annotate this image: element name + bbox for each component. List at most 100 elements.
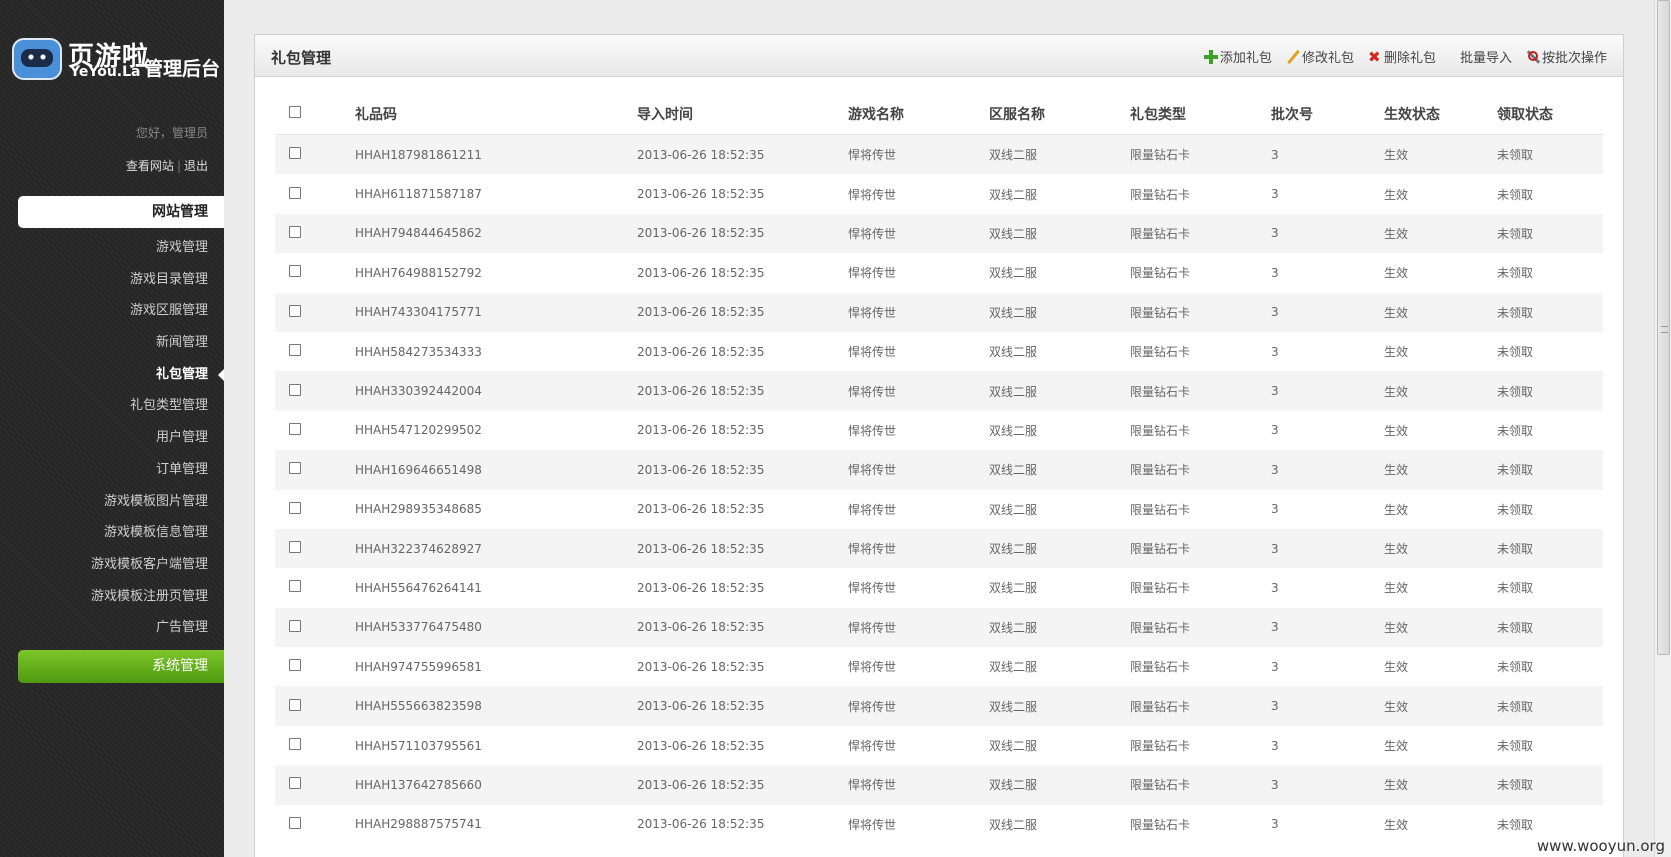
select-all-checkbox[interactable] <box>289 105 301 118</box>
row-checkbox[interactable] <box>289 698 301 711</box>
batch-import-label: 批量导入 <box>1459 51 1512 66</box>
table-row[interactable]: HHAH137642785660 2013-06-26 18:52:35 悍将传世 双… <box>275 765 1603 805</box>
row-checkbox[interactable] <box>289 580 301 593</box>
table-cell: 生效 <box>1384 581 1409 596</box>
table-cell: 限量钻石卡 <box>1130 463 1191 478</box>
row-checkbox[interactable] <box>289 738 301 751</box>
table-cell: HHAH764988152792 <box>355 265 482 280</box>
table-row[interactable]: HHAH169646651498 2013-06-26 18:52:35 悍将传世 双… <box>275 450 1603 490</box>
table-row[interactable]: HHAH794844645862 2013-06-26 18:52:35 悍将传世 双… <box>275 213 1603 254</box>
table-cell: 2013-06-26 18:52:35 <box>637 462 765 477</box>
column-header[interactable]: 区服名称 <box>989 104 1130 124</box>
column-header[interactable]: 礼品码 <box>355 104 637 124</box>
row-checkbox[interactable] <box>289 816 301 829</box>
table-row[interactable]: HHAH298935348685 2013-06-26 18:52:35 悍将传世 双… <box>275 490 1603 529</box>
sidebar-item[interactable]: 游戏模板图片管理 <box>0 486 224 518</box>
table-cell: 3 <box>1271 817 1279 832</box>
row-select-cell <box>275 186 355 202</box>
table-row[interactable]: HHAH974755996581 2013-06-26 18:52:35 悍将传世 双… <box>275 647 1603 686</box>
table-cell: 2013-06-26 18:52:35 <box>637 305 765 320</box>
table-row[interactable]: HHAH555663823598 2013-06-26 18:52:35 悍将传世 双… <box>275 686 1603 726</box>
table-header-row: 礼品码 导入时间 游戏名称 区服名称 礼包类型 批次号 生效状态 领取状态 <box>275 93 1603 135</box>
table-row[interactable]: HHAH584273534333 2013-06-26 18:52:35 悍将传世 双… <box>275 332 1603 371</box>
sidebar-item[interactable]: 用户管理 <box>0 422 224 454</box>
table-cell: 未领取 <box>1497 266 1534 281</box>
row-checkbox[interactable] <box>289 344 301 357</box>
row-checkbox[interactable] <box>289 777 301 790</box>
table-row[interactable]: HHAH764988152792 2013-06-26 18:52:35 悍将传世 双… <box>275 253 1603 292</box>
sidebar-item[interactable]: 广告管理 <box>0 612 224 644</box>
edit-gift-button[interactable]: 修改礼包 <box>1286 47 1354 66</box>
row-checkbox[interactable] <box>289 304 301 317</box>
view-site-link[interactable]: 查看网站 <box>126 159 174 173</box>
edit-gift-label: 修改礼包 <box>1301 51 1354 66</box>
sidebar-item[interactable]: 游戏管理 <box>0 232 224 264</box>
table-row[interactable]: HHAH571103795561 2013-06-26 18:52:35 悍将传世 双… <box>275 726 1603 765</box>
table-cell: 未领取 <box>1497 187 1534 202</box>
row-checkbox[interactable] <box>289 147 301 160</box>
table-row[interactable]: HHAH187981861211 2013-06-26 18:52:35 悍将传世 双… <box>275 135 1603 175</box>
mascot-logo-icon <box>12 38 62 80</box>
row-checkbox[interactable] <box>289 619 301 632</box>
row-checkbox[interactable] <box>289 422 301 435</box>
table-cell: 未领取 <box>1497 817 1534 832</box>
table-cell: 3 <box>1271 226 1279 241</box>
table-row[interactable]: HHAH611871587187 2013-06-26 18:52:35 悍将传世 双… <box>275 174 1603 213</box>
sidebar-item[interactable]: 游戏目录管理 <box>0 264 224 296</box>
sidebar-item[interactable]: 游戏模板客户端管理 <box>0 549 224 581</box>
sidebar-item[interactable]: 游戏模板注册页管理 <box>0 581 224 613</box>
row-checkbox[interactable] <box>289 541 301 554</box>
row-checkbox[interactable] <box>289 383 301 396</box>
column-header[interactable]: 游戏名称 <box>848 104 989 124</box>
table-cell: 双线二服 <box>989 620 1038 635</box>
row-select-cell <box>275 383 355 399</box>
batch-import-button[interactable]: 批量导入 <box>1460 47 1512 66</box>
row-select-cell <box>275 659 355 674</box>
batch-operation-button[interactable]: 按批次操作 <box>1526 47 1607 66</box>
column-header[interactable]: 导入时间 <box>637 104 848 124</box>
sidebar-item[interactable]: 礼包管理 <box>0 359 224 391</box>
table-row[interactable]: HHAH298887575741 2013-06-26 18:52:35 悍将传世 双… <box>275 805 1603 844</box>
sidebar-item[interactable]: 新闻管理 <box>0 327 224 359</box>
table-row[interactable]: HHAH556476264141 2013-06-26 18:52:35 悍将传世 双… <box>275 568 1603 607</box>
table-cell: 限量钻石卡 <box>1130 542 1191 557</box>
sidebar-item[interactable]: 订单管理 <box>0 454 224 486</box>
delete-gift-button[interactable]: ✖ 删除礼包 <box>1368 47 1436 66</box>
table-cell: 未领取 <box>1497 502 1534 517</box>
table-row[interactable]: HHAH322374628927 2013-06-26 18:52:35 悍将传世 双… <box>275 528 1603 569</box>
column-header[interactable]: 领取状态 <box>1497 104 1603 124</box>
table-cell: 双线二服 <box>989 739 1038 754</box>
sidebar-item[interactable]: 礼包类型管理 <box>0 390 224 422</box>
sidebar-item[interactable]: 游戏区服管理 <box>0 295 224 327</box>
column-header[interactable]: 批次号 <box>1271 104 1384 124</box>
column-header[interactable]: 礼包类型 <box>1130 104 1271 124</box>
column-header[interactable]: 生效状态 <box>1384 104 1497 124</box>
add-gift-button[interactable]: 添加礼包 <box>1203 47 1272 66</box>
row-checkbox[interactable] <box>289 265 301 278</box>
table-cell: 生效 <box>1384 660 1409 675</box>
table-row[interactable]: HHAH743304175771 2013-06-26 18:52:35 悍将传世 双… <box>275 292 1603 332</box>
table-cell: 未领取 <box>1497 620 1534 635</box>
table-cell: 生效 <box>1384 502 1409 517</box>
row-checkbox[interactable] <box>289 501 301 514</box>
table-cell: HHAH322374628927 <box>355 541 482 556</box>
row-checkbox[interactable] <box>289 659 301 672</box>
scrollbar-thumb[interactable] <box>1657 0 1670 655</box>
row-checkbox[interactable] <box>289 186 301 199</box>
row-checkbox[interactable] <box>289 462 301 475</box>
vertical-scrollbar[interactable] <box>1654 0 1671 857</box>
table-row[interactable]: HHAH547120299502 2013-06-26 18:52:35 悍将传世 双… <box>275 411 1603 450</box>
plus-icon <box>1203 49 1218 64</box>
table-row[interactable]: HHAH330392442004 2013-06-26 18:52:35 悍将传世 双… <box>275 371 1603 411</box>
table-cell: 限量钻石卡 <box>1130 305 1191 320</box>
table-cell: 未领取 <box>1497 148 1534 163</box>
table-cell: 生效 <box>1384 817 1409 832</box>
section-system-management[interactable]: 系统管理 <box>18 650 224 683</box>
sidebar-item[interactable]: 游戏模板信息管理 <box>0 517 224 549</box>
logout-link[interactable]: 退出 <box>184 159 208 173</box>
table-cell: HHAH137642785660 <box>355 777 482 792</box>
watermark: www.wooyun.org <box>1536 837 1665 855</box>
row-checkbox[interactable] <box>289 225 301 238</box>
table-row[interactable]: HHAH533776475480 2013-06-26 18:52:35 悍将传世 双… <box>275 607 1603 648</box>
section-site-management[interactable]: 网站管理 <box>18 196 224 228</box>
